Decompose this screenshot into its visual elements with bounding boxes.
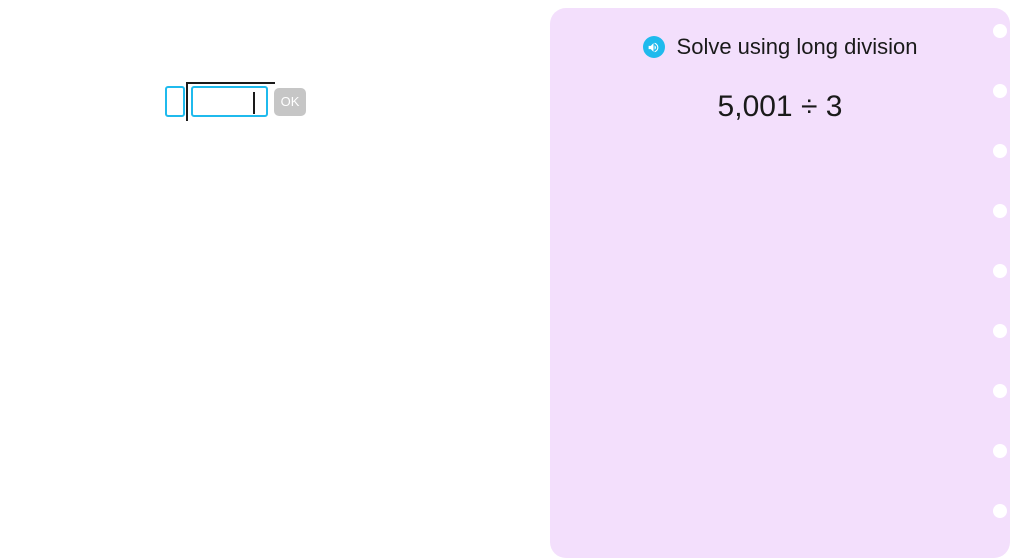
instruction-text: Solve using long division bbox=[677, 34, 918, 60]
notch bbox=[993, 384, 1007, 398]
notch bbox=[993, 204, 1007, 218]
instruction-row: Solve using long division bbox=[580, 34, 980, 60]
workspace-area: OK bbox=[0, 0, 540, 560]
notch bbox=[993, 144, 1007, 158]
dividend-input[interactable] bbox=[191, 86, 268, 117]
division-bracket-vertical bbox=[186, 82, 188, 121]
problem-text: 5,001 ÷ 3 bbox=[580, 90, 980, 124]
notch bbox=[993, 444, 1007, 458]
text-cursor bbox=[253, 92, 255, 114]
division-bracket-horizontal bbox=[186, 82, 275, 84]
dividend-wrap bbox=[191, 86, 268, 117]
notch bbox=[993, 84, 1007, 98]
ok-button[interactable]: OK bbox=[274, 88, 306, 116]
instruction-panel: Solve using long division 5,001 ÷ 3 bbox=[550, 8, 1010, 558]
divisor-input[interactable] bbox=[165, 86, 185, 117]
notch bbox=[993, 324, 1007, 338]
notch bbox=[993, 264, 1007, 278]
spiral-notches bbox=[993, 24, 1007, 518]
long-division-setup: OK bbox=[165, 86, 306, 117]
notch bbox=[993, 24, 1007, 38]
notch bbox=[993, 504, 1007, 518]
audio-icon[interactable] bbox=[643, 36, 665, 58]
